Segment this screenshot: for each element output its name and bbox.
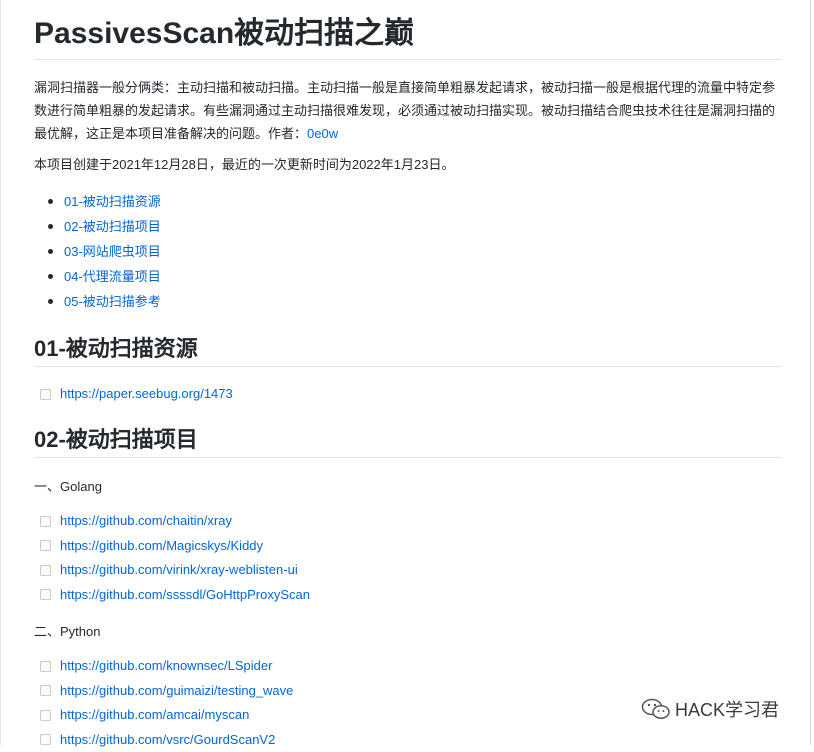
section1-task-list: https://paper.seebug.org/1473	[40, 382, 233, 407]
toc-item: 05-被动扫描参考	[64, 289, 161, 314]
project-link[interactable]: https://github.com/vsrc/GourdScanV2	[60, 728, 275, 752]
task-list-item: https://github.com/vsrc/GourdScanV2	[40, 728, 293, 752]
task-list-item: https://github.com/ssssdl/GoHttpProxySca…	[40, 583, 310, 608]
python-subheading: 二、Python	[34, 620, 782, 643]
section-heading-02: 02-被动扫描项目	[34, 425, 782, 458]
toc-item: 01-被动扫描资源	[64, 189, 161, 214]
project-link[interactable]: https://github.com/knownsec/LSpider	[60, 654, 272, 678]
golang-task-list: https://github.com/chaitin/xray https://…	[40, 509, 310, 607]
toc-link-05[interactable]: 05-被动扫描参考	[64, 294, 161, 309]
task-checkbox[interactable]	[40, 734, 51, 745]
toc-link-04[interactable]: 04-代理流量项目	[64, 269, 161, 284]
toc-item: 04-代理流量项目	[64, 264, 161, 289]
resource-link[interactable]: https://paper.seebug.org/1473	[60, 382, 233, 406]
task-checkbox[interactable]	[40, 540, 51, 551]
task-list-item: https://github.com/chaitin/xray	[40, 509, 310, 534]
toc-item: 03-网站爬虫项目	[64, 239, 161, 264]
task-checkbox[interactable]	[40, 661, 51, 672]
task-list-item: https://github.com/Magicskys/Kiddy	[40, 534, 310, 559]
python-task-list: https://github.com/knownsec/LSpider http…	[40, 654, 293, 752]
toc-link-02[interactable]: 02-被动扫描项目	[64, 219, 161, 234]
project-link[interactable]: https://github.com/virink/xray-weblisten…	[60, 558, 298, 582]
wechat-icon	[641, 698, 671, 720]
toc-link-03[interactable]: 03-网站爬虫项目	[64, 244, 161, 259]
author-link[interactable]: 0e0w	[307, 126, 338, 141]
task-list-item: https://github.com/amcai/myscan	[40, 703, 293, 728]
page-title: PassivesScan被动扫描之巅	[34, 14, 782, 60]
task-list-item: https://github.com/guimaizi/testing_wave	[40, 679, 293, 704]
table-of-contents: 01-被动扫描资源 02-被动扫描项目 03-网站爬虫项目 04-代理流量项目 …	[34, 189, 161, 314]
project-link[interactable]: https://github.com/ssssdl/GoHttpProxySca…	[60, 583, 310, 607]
watermark-text: HACK学习君	[675, 696, 779, 722]
task-checkbox[interactable]	[40, 565, 51, 576]
intro-text: 漏洞扫描器一般分俩类：主动扫描和被动扫描。主动扫描一般是直接简单粗暴发起请求，被…	[34, 80, 775, 141]
project-link[interactable]: https://github.com/amcai/myscan	[60, 703, 249, 727]
project-link[interactable]: https://github.com/chaitin/xray	[60, 509, 232, 533]
task-checkbox[interactable]	[40, 710, 51, 721]
section-heading-01: 01-被动扫描资源	[34, 334, 782, 367]
task-checkbox[interactable]	[40, 516, 51, 527]
toc-item: 02-被动扫描项目	[64, 214, 161, 239]
intro-paragraph: 漏洞扫描器一般分俩类：主动扫描和被动扫描。主动扫描一般是直接简单粗暴发起请求，被…	[34, 76, 782, 145]
task-checkbox[interactable]	[40, 389, 51, 400]
dates-paragraph: 本项目创建于2021年12月28日，最近的一次更新时间为2022年1月23日。	[34, 153, 782, 176]
golang-subheading: 一、Golang	[34, 475, 782, 498]
watermark: HACK学习君	[641, 696, 779, 722]
toc-link-01[interactable]: 01-被动扫描资源	[64, 194, 161, 209]
task-checkbox[interactable]	[40, 685, 51, 696]
project-link[interactable]: https://github.com/guimaizi/testing_wave	[60, 679, 293, 703]
task-list-item: https://github.com/virink/xray-weblisten…	[40, 558, 310, 583]
project-link[interactable]: https://github.com/Magicskys/Kiddy	[60, 534, 263, 558]
task-checkbox[interactable]	[40, 589, 51, 600]
task-list-item: https://paper.seebug.org/1473	[40, 382, 233, 407]
task-list-item: https://github.com/knownsec/LSpider	[40, 654, 293, 679]
